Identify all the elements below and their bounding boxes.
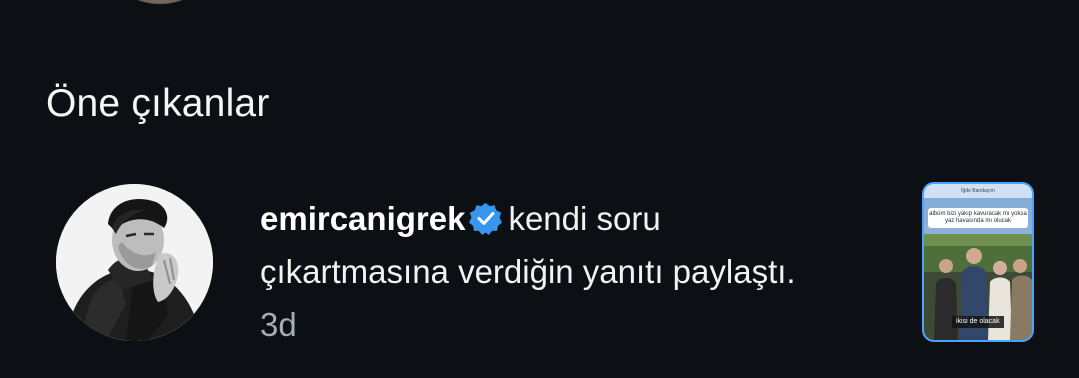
story-caption: ikisi de olacak [952, 316, 1004, 328]
story-thumbnail[interactable]: İğde Bandayım albüm bizi yakıp kavuracak… [922, 182, 1034, 342]
username-link[interactable]: emircanigrek [260, 200, 465, 237]
story-question-sticker: albüm bizi yakıp kavuracak mı yoksa yaz … [928, 208, 1028, 228]
notification-time: 3d [260, 306, 297, 343]
previous-item-avatar[interactable] [120, 0, 200, 4]
story-header: İğde Bandayım [924, 184, 1032, 198]
user-avatar[interactable] [56, 184, 213, 341]
notification-item[interactable]: emircanigrek kendi soru çıkartmasına verd… [0, 178, 1079, 348]
notification-text: emircanigrek kendi soru çıkartmasına verd… [260, 192, 820, 351]
user-avatar-photo [56, 184, 213, 341]
verified-badge-icon [469, 202, 503, 235]
section-title: Öne çıkanlar [46, 82, 270, 125]
